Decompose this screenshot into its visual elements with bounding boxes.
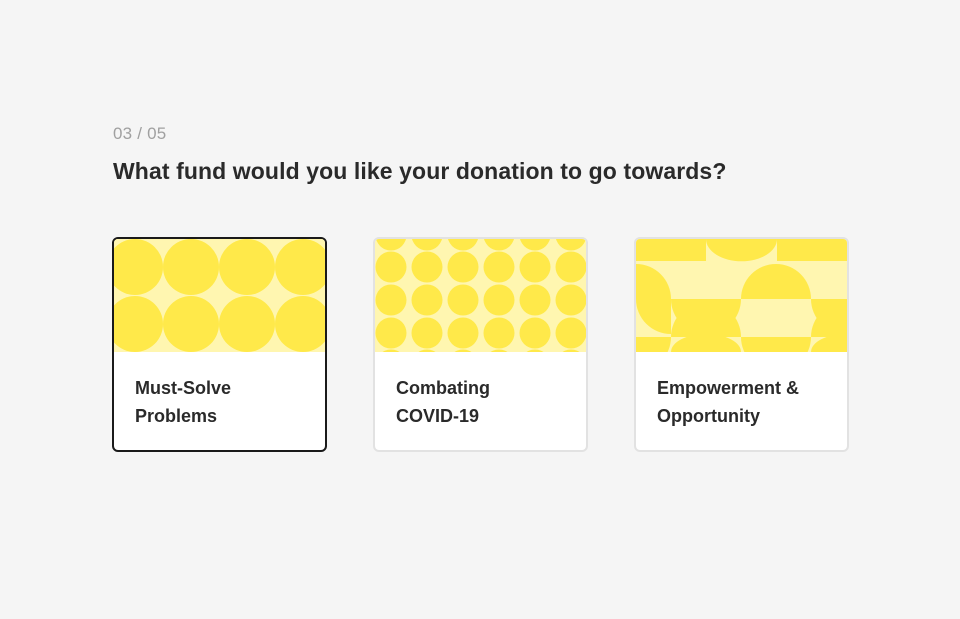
- fund-option-label: Must-Solve Problems: [135, 378, 232, 426]
- fund-option-must-solve-problems[interactable]: Must-Solve Problems: [112, 237, 327, 452]
- small-circles-pattern: [375, 239, 586, 352]
- fund-option-label: Combating COVID-19: [396, 378, 490, 426]
- fund-option-empowerment-opportunity[interactable]: Empowerment & Opportunity: [634, 237, 849, 452]
- fund-option-label: Empowerment & Opportunity: [657, 378, 800, 426]
- fund-option-combating-covid-19[interactable]: Combating COVID-19: [373, 237, 588, 452]
- fund-options: Must-Solve Problems Combating COVID-19 E…: [112, 237, 849, 452]
- half-circles-pattern: [636, 239, 847, 352]
- step-counter: 03 / 05: [113, 124, 167, 143]
- question-heading: What fund would you like your donation t…: [113, 158, 727, 184]
- large-circles-pattern: [114, 239, 325, 352]
